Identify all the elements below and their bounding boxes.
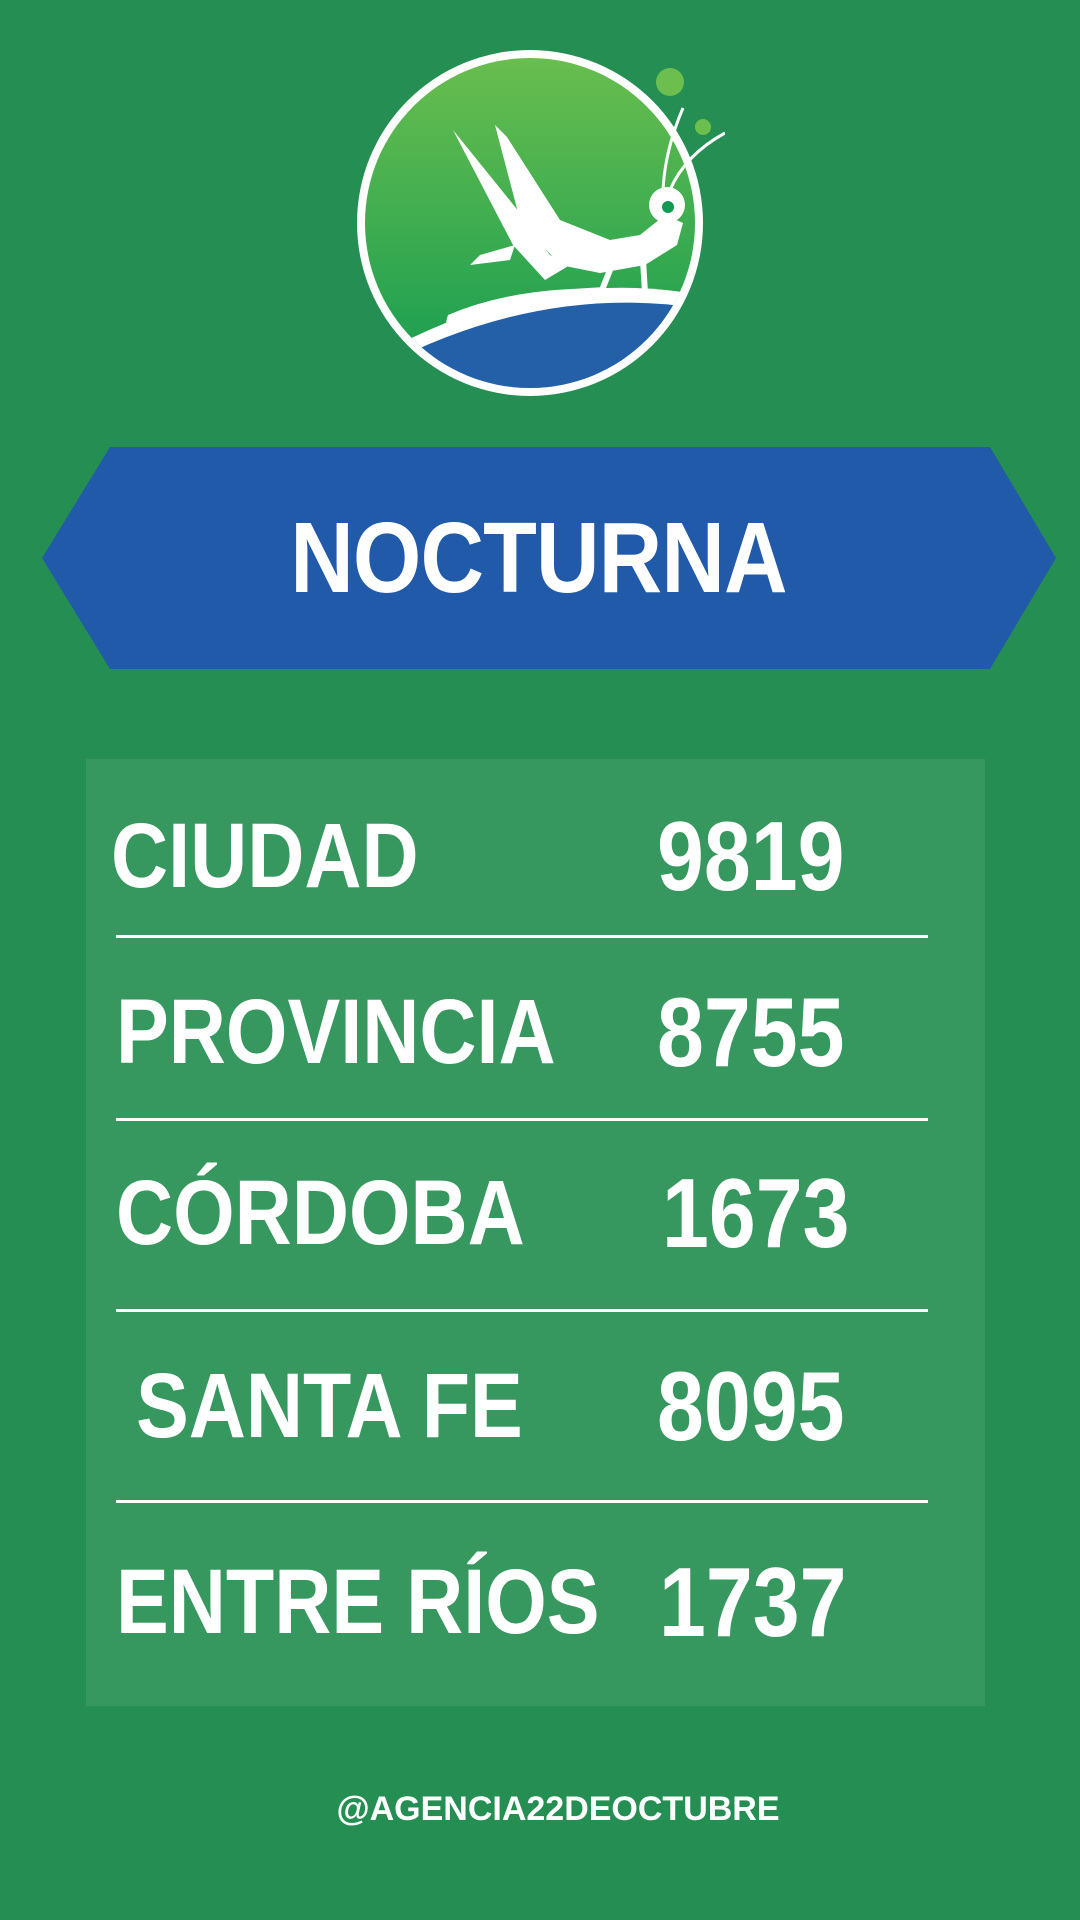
winning-number: 8095 xyxy=(657,1351,845,1461)
results-panel: CIUDAD 9819 PROVINCIA 8755 CÓRDOBA 1673 … xyxy=(86,759,985,1706)
divider xyxy=(116,1309,928,1312)
banner-title: NOCTURNA xyxy=(290,501,787,614)
divider xyxy=(116,935,928,938)
winning-number: 8755 xyxy=(657,977,845,1087)
winning-number: 1737 xyxy=(659,1547,847,1657)
result-row: ENTRE RÍOS 1737 xyxy=(86,1542,985,1662)
grasshopper-logo xyxy=(345,45,726,405)
result-row: CÓRDOBA 1673 xyxy=(86,1153,985,1273)
location-name: CIUDAD xyxy=(111,805,419,907)
location-name: CÓRDOBA xyxy=(116,1162,525,1264)
winning-number: 9819 xyxy=(657,801,845,911)
social-handle: @AGENCIA22DEOCTUBRE xyxy=(336,1790,780,1828)
result-row: PROVINCIA 8755 xyxy=(86,972,985,1092)
winning-number: 1673 xyxy=(662,1158,850,1268)
location-name: PROVINCIA xyxy=(116,981,556,1083)
location-name: SANTA FE xyxy=(136,1355,523,1457)
divider xyxy=(116,1500,928,1503)
location-name: ENTRE RÍOS xyxy=(116,1551,600,1653)
divider xyxy=(116,1118,928,1121)
category-banner: NOCTURNA xyxy=(42,447,1056,669)
result-row: SANTA FE 8095 xyxy=(86,1346,985,1466)
result-row: CIUDAD 9819 xyxy=(86,796,985,916)
